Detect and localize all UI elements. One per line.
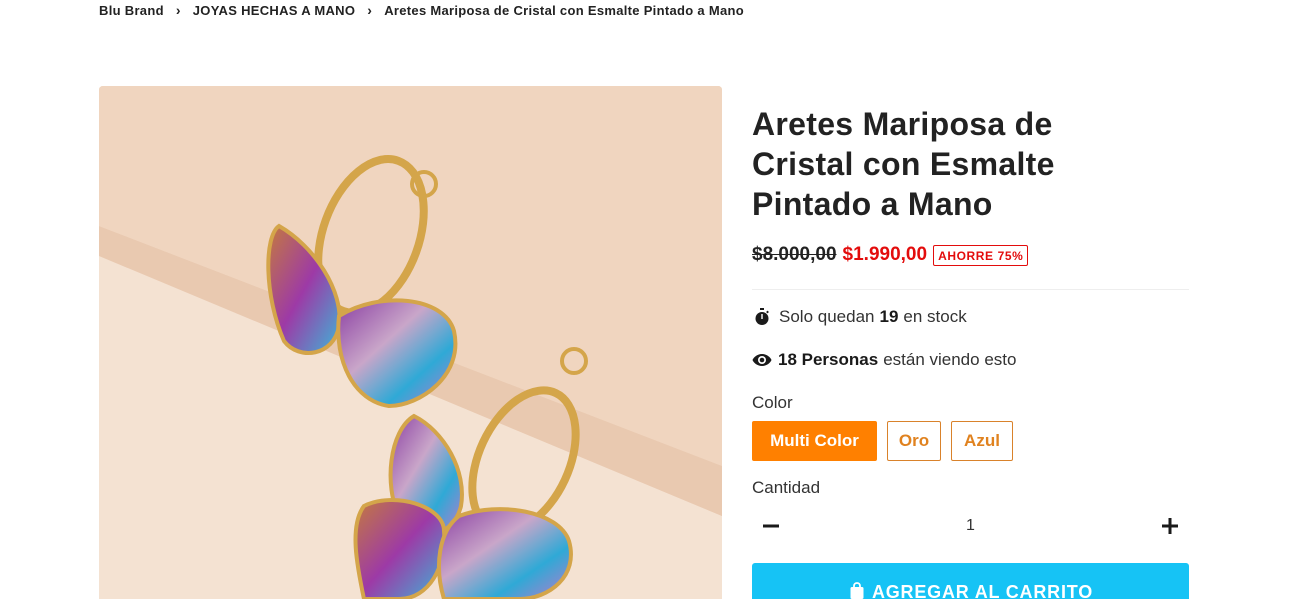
minus-icon <box>761 516 781 536</box>
breadcrumb-home[interactable]: Blu Brand <box>99 3 164 18</box>
breadcrumb-separator: › <box>367 2 373 18</box>
discount-badge: AHORRE 75% <box>933 244 1029 266</box>
sale-price: $1.990,00 <box>842 244 928 265</box>
price-row: $8.000,00 $1.990,00 AHORRE 75% <box>752 244 1029 266</box>
divider <box>752 289 1189 290</box>
quantity-value[interactable]: 1 <box>966 517 975 535</box>
breadcrumb-collection[interactable]: JOYAS HECHAS A MANO <box>193 3 355 18</box>
viewers-indicator: 18 Personas están viendo esto <box>752 350 1016 370</box>
color-option-multi-color[interactable]: Multi Color <box>752 421 877 461</box>
stopwatch-icon <box>752 307 772 327</box>
quantity-stepper: 1 <box>752 507 1189 545</box>
product-title-line: Cristal con Esmalte <box>752 146 1055 182</box>
stock-indicator: Solo quedan 19 en stock <box>752 307 967 327</box>
viewers-suffix: están viendo esto <box>883 350 1017 369</box>
quantity-label: Cantidad <box>752 478 821 497</box>
breadcrumb: Blu Brand › JOYAS HECHAS A MANO › Aretes… <box>99 2 744 18</box>
product-photo <box>99 86 722 599</box>
stock-prefix: Solo quedan <box>779 307 875 326</box>
increase-quantity-button[interactable] <box>1151 507 1189 545</box>
shopping-bag-icon <box>848 582 866 599</box>
color-option-azul[interactable]: Azul <box>951 421 1013 461</box>
eye-icon <box>752 350 772 370</box>
stock-count: 19 <box>879 307 899 326</box>
add-to-cart-label: AGREGAR AL CARRITO <box>871 582 1094 599</box>
color-options: Multi Color Oro Azul <box>752 421 1023 461</box>
color-option-oro[interactable]: Oro <box>887 421 941 461</box>
stock-suffix: en stock <box>903 307 967 326</box>
product-image[interactable] <box>99 86 722 599</box>
viewers-count: 18 Personas <box>778 350 879 369</box>
decrease-quantity-button[interactable] <box>752 507 790 545</box>
color-label: Color <box>752 393 793 412</box>
plus-icon <box>1160 516 1180 536</box>
product-title-line: Pintado a Mano <box>752 186 993 222</box>
product-title: Aretes Mariposa de Cristal con Esmalte P… <box>752 104 1189 224</box>
breadcrumb-current: Aretes Mariposa de Cristal con Esmalte P… <box>384 2 744 18</box>
product-title-line: Aretes Mariposa de <box>752 106 1053 142</box>
breadcrumb-separator: › <box>175 2 181 18</box>
original-price: $8.000,00 <box>752 244 837 265</box>
product-info: Aretes Mariposa de Cristal con Esmalte P… <box>752 104 1189 224</box>
add-to-cart-button[interactable]: AGREGAR AL CARRITO <box>752 563 1189 599</box>
